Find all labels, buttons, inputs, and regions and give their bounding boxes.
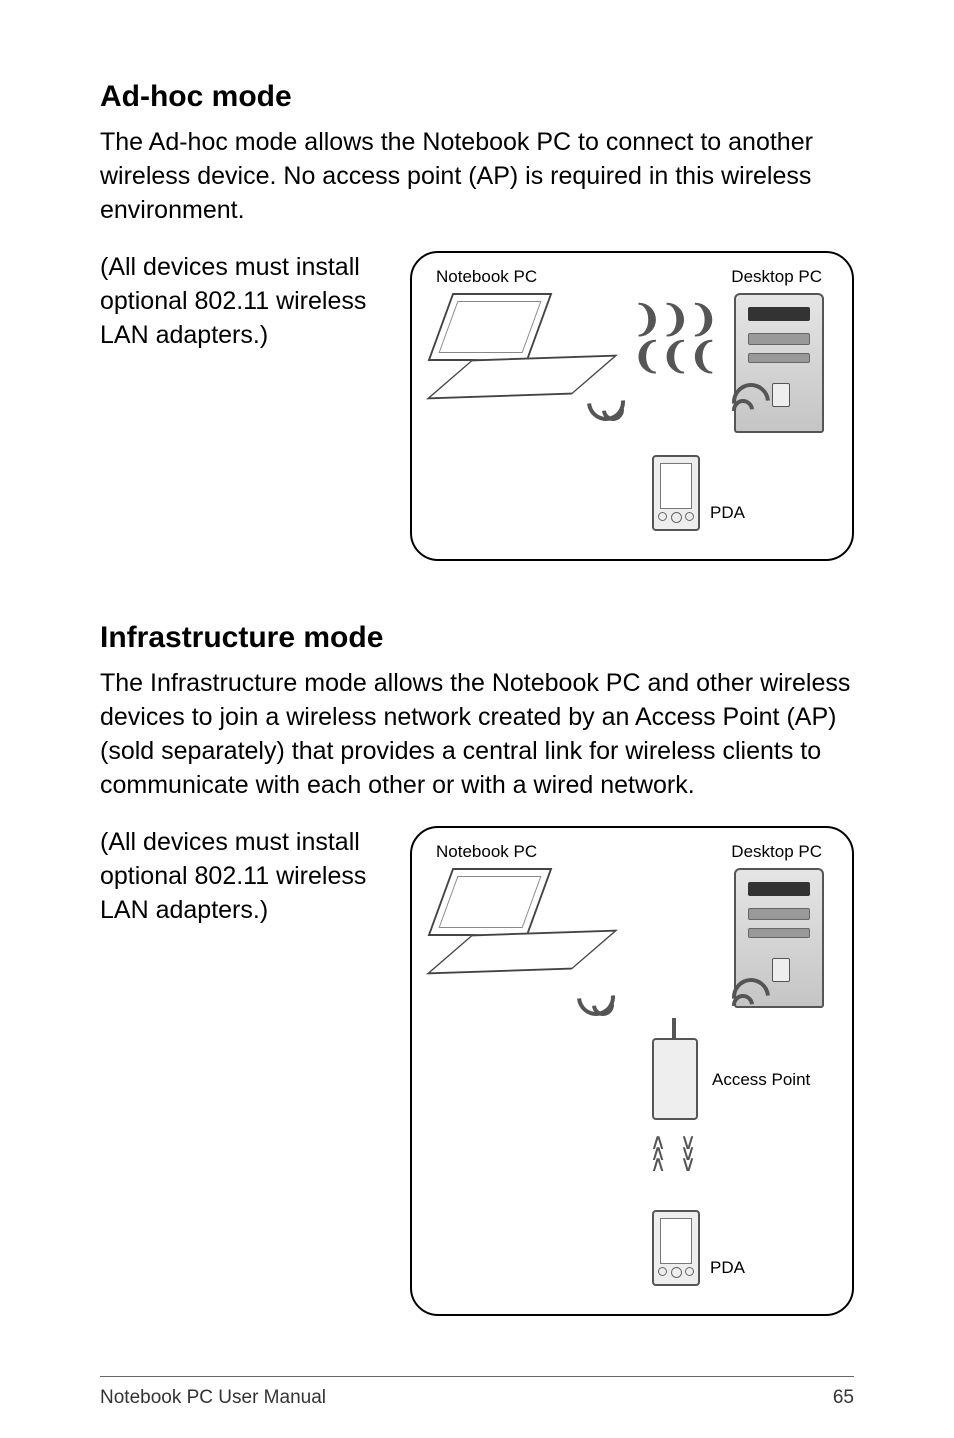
infra-diagram: Notebook PC Desktop PC Access Point ∧∧∧ …	[410, 826, 854, 1316]
adhoc-label-desktop: Desktop PC	[731, 267, 822, 287]
adhoc-label-notebook: Notebook PC	[436, 267, 537, 287]
infra-label-notebook: Notebook PC	[436, 842, 537, 862]
infra-intro: The Infrastructure mode allows the Noteb…	[100, 667, 854, 802]
pda-icon	[652, 455, 700, 531]
wireless-wave-icon: ❨ ❨ ❨	[632, 345, 713, 367]
adhoc-row: (All devices must install optional 802.1…	[100, 251, 854, 561]
adhoc-side-note: (All devices must install optional 802.1…	[100, 251, 390, 561]
adhoc-heading: Ad-hoc mode	[100, 80, 854, 114]
pda-icon	[652, 1210, 700, 1286]
page-footer: Notebook PC User Manual 65	[100, 1376, 854, 1409]
arrow-down-icon: ∨∨∨	[678, 1136, 698, 1169]
notebook-pc-icon	[440, 868, 590, 978]
infra-label-desktop: Desktop PC	[731, 842, 822, 862]
adhoc-intro: The Ad-hoc mode allows the Notebook PC t…	[100, 126, 854, 227]
footer-title: Notebook PC User Manual	[100, 1387, 326, 1409]
infra-row: (All devices must install optional 802.1…	[100, 826, 854, 1316]
infra-heading: Infrastructure mode	[100, 621, 854, 655]
infra-label-pda: PDA	[710, 1258, 745, 1278]
infra-side-note: (All devices must install optional 802.1…	[100, 826, 390, 1316]
wireless-wave-icon: ❩ ❩ ❩	[632, 308, 713, 330]
access-point-icon	[652, 1038, 698, 1120]
adhoc-diagram: Notebook PC Desktop PC ❩ ❩ ❩ ❨ ❨ ❨ PDA	[410, 251, 854, 561]
adhoc-label-pda: PDA	[710, 503, 745, 523]
arrow-up-icon: ∧∧∧	[648, 1136, 668, 1169]
notebook-pc-icon	[440, 293, 590, 403]
infra-label-access-point: Access Point	[712, 1070, 810, 1090]
page-number: 65	[833, 1387, 854, 1409]
